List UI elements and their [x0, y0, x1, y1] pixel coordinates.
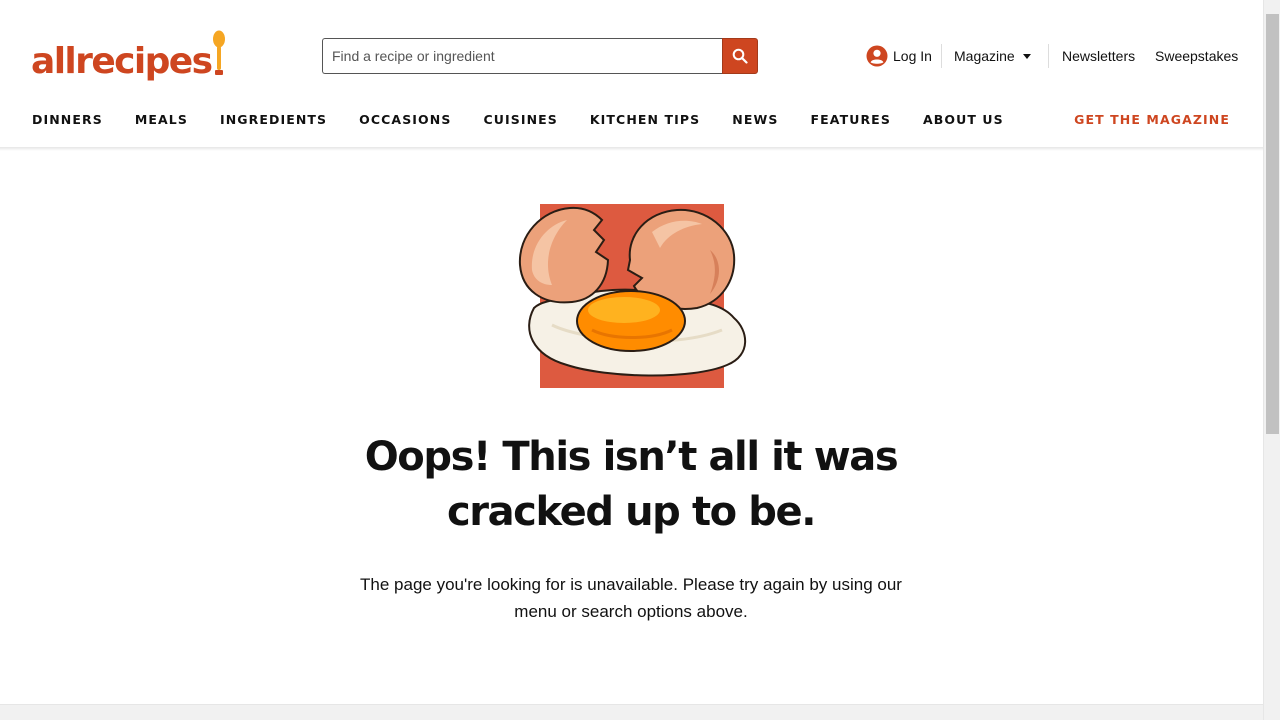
logo-text: allrecipes — [31, 41, 213, 82]
chevron-down-icon — [1022, 53, 1031, 59]
sweepstakes-link[interactable]: Sweepstakes — [1155, 44, 1238, 68]
horizontal-scrollbar[interactable] — [0, 704, 1263, 720]
spoon-icon — [213, 30, 226, 75]
login-link[interactable]: Log In — [866, 44, 932, 68]
newsletters-link[interactable]: Newsletters — [1062, 44, 1135, 68]
vertical-scrollbar[interactable] — [1263, 0, 1280, 720]
search-button[interactable] — [722, 38, 758, 74]
nav-item-cuisines[interactable]: CUISINES — [483, 110, 557, 130]
magazine-dropdown[interactable]: Magazine — [954, 44, 1031, 68]
main-nav: DINNERS MEALS INGREDIENTS OCCASIONS CUIS… — [32, 110, 1036, 130]
login-label: Log In — [893, 48, 932, 64]
nav-item-kitchen-tips[interactable]: KITCHEN TIPS — [590, 110, 700, 130]
page-title-line-1: Oops! This isn’t all it was — [364, 434, 899, 480]
page: allrecipes Log In Magazine Newsletters — [0, 0, 1263, 720]
nav-item-meals[interactable]: MEALS — [135, 110, 188, 130]
magazine-label: Magazine — [954, 48, 1015, 64]
nav-item-occasions[interactable]: OCCASIONS — [359, 110, 451, 130]
site-logo[interactable]: allrecipes — [31, 30, 226, 82]
search-bar — [322, 38, 758, 74]
user-icon — [866, 45, 888, 67]
nav-item-dinners[interactable]: DINNERS — [32, 110, 103, 130]
get-the-magazine-link[interactable]: GET THE MAGAZINE — [1074, 110, 1230, 130]
cracked-egg-illustration — [512, 190, 782, 395]
page-title: Oops! This isn’t all it was cracked up t… — [331, 430, 931, 540]
scrollbar-thumb[interactable] — [1266, 14, 1279, 434]
nav-item-features[interactable]: FEATURES — [811, 110, 891, 130]
search-icon — [732, 48, 748, 64]
header-divider-shadow — [0, 147, 1263, 151]
nav-item-ingredients[interactable]: INGREDIENTS — [220, 110, 327, 130]
error-message: The page you're looking for is unavailab… — [360, 575, 902, 621]
page-title-line-2: cracked up to be. — [446, 489, 816, 535]
egg-icon — [518, 206, 747, 377]
nav-item-news[interactable]: NEWS — [732, 110, 778, 130]
header-divider — [941, 44, 942, 68]
search-input[interactable] — [322, 38, 722, 74]
header-divider — [1048, 44, 1049, 68]
nav-item-about-us[interactable]: ABOUT US — [923, 110, 1004, 130]
